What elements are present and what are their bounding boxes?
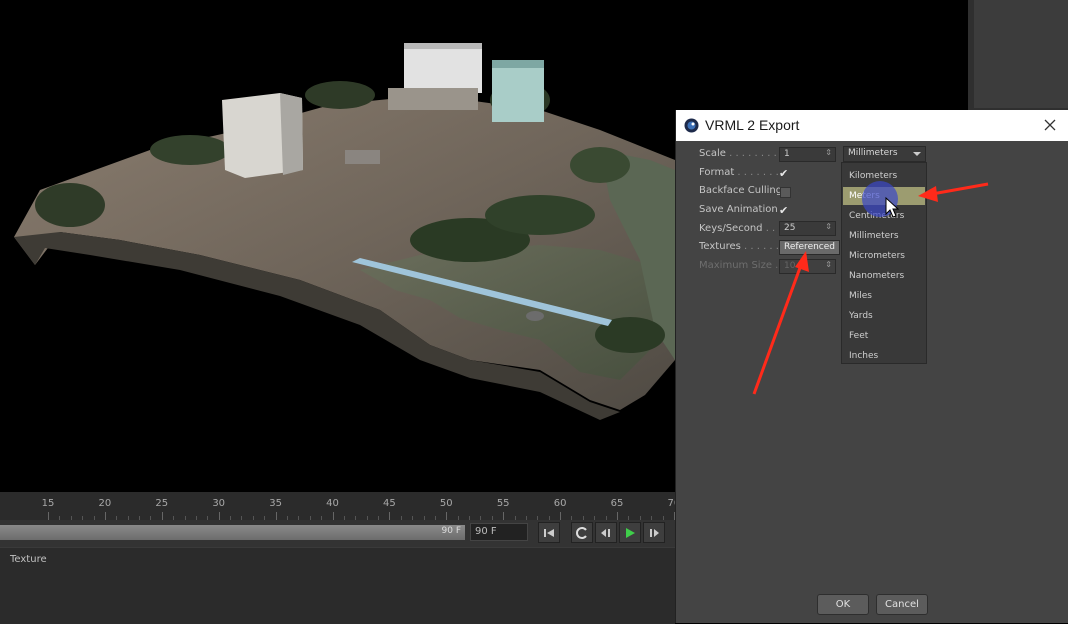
timeline-tick bbox=[48, 512, 49, 520]
textures-row: Textures . . . . . . . bbox=[699, 241, 785, 258]
scale-row: Scale . . . . . . . . . bbox=[699, 148, 783, 165]
timeline-tick bbox=[503, 512, 505, 520]
maximum-size-row: Maximum Size . . . bbox=[699, 260, 791, 277]
scale-unit-selected: Millimeters bbox=[848, 148, 898, 158]
loop-icon bbox=[576, 526, 587, 539]
timeline-tick-label: 45 bbox=[383, 498, 396, 509]
format-label: Format bbox=[699, 167, 735, 178]
timeline-tick bbox=[161, 512, 163, 520]
timeline-tick bbox=[218, 512, 220, 520]
timeline-tick bbox=[617, 512, 618, 520]
spinner-arrows-icon: ⇕ bbox=[825, 260, 832, 269]
timeline-tick-label: 15 bbox=[41, 498, 55, 509]
scrubber-end-frame: 90 F bbox=[441, 526, 462, 536]
goto-start-icon bbox=[544, 528, 554, 537]
end-frame-field[interactable]: 90 F bbox=[470, 523, 528, 541]
unit-option-miles[interactable]: Miles bbox=[843, 287, 925, 305]
unit-option-meters[interactable]: Meters bbox=[843, 187, 925, 205]
dialog-titlebar[interactable]: VRML 2 Export bbox=[676, 110, 1068, 141]
timeline-tick-label: 25 bbox=[155, 498, 169, 509]
unit-option-micrometers[interactable]: Micrometers bbox=[843, 247, 925, 265]
unit-option-millimeters[interactable]: Millimeters bbox=[843, 227, 925, 245]
save-animation-checkbox[interactable]: ✔ bbox=[779, 205, 790, 216]
maximum-size-value: 10 bbox=[784, 261, 796, 271]
keys-per-second-row: Keys/Second . . . bbox=[699, 223, 782, 240]
next-key-icon bbox=[650, 528, 659, 537]
play-icon bbox=[626, 527, 635, 538]
timeline-tick-label: 70 bbox=[667, 498, 675, 509]
spinner-arrows-icon: ⇕ bbox=[825, 222, 832, 231]
next-key-button[interactable] bbox=[643, 522, 665, 543]
cinema4d-logo-icon bbox=[684, 118, 699, 133]
unit-option-yards[interactable]: Yards bbox=[843, 307, 925, 325]
backface-culling-checkbox[interactable] bbox=[780, 187, 791, 198]
playback-bar: 90 F 90 F bbox=[0, 520, 675, 547]
dot-leader: . . . . . . . . bbox=[734, 167, 786, 178]
textures-mode-button[interactable]: Referenced bbox=[779, 240, 840, 255]
keys-per-second-input[interactable]: 25 ⇕ bbox=[779, 221, 836, 236]
dialog-title: VRML 2 Export bbox=[705, 117, 800, 133]
timeline-ruler[interactable]: 15 20 25 30 35 40 45 50 55 60 65 70 bbox=[0, 492, 675, 520]
format-row: Format . . . . . . . . bbox=[699, 167, 785, 184]
timeline-tick bbox=[389, 512, 391, 520]
cancel-button[interactable]: Cancel bbox=[876, 594, 928, 615]
scale-value-input[interactable]: 1 ⇕ bbox=[779, 147, 836, 162]
scale-label: Scale bbox=[699, 148, 726, 159]
backface-culling-row: Backface Culling bbox=[699, 185, 782, 202]
timeline-tick bbox=[275, 512, 277, 520]
dot-leader: . . . . . . . . . bbox=[725, 148, 784, 159]
textures-label: Textures bbox=[699, 241, 741, 252]
vrml-export-dialog: VRML 2 Export Scale . . . . . . . . . 1 ⇕… bbox=[675, 110, 1068, 623]
spinner-arrows-icon: ⇕ bbox=[825, 148, 832, 157]
keys-per-second-label: Keys/Second bbox=[699, 223, 763, 234]
timeline-tick-label: 20 bbox=[98, 498, 112, 509]
unit-option-centimeters[interactable]: Centimeters bbox=[843, 207, 925, 225]
loop-button[interactable] bbox=[571, 522, 593, 543]
previous-key-icon bbox=[601, 528, 610, 537]
timeline-tick bbox=[104, 512, 106, 520]
scale-unit-menu: Kilometers Meters Centimeters Millimeters Mi… bbox=[841, 162, 927, 364]
scale-unit-dropdown[interactable]: Millimeters bbox=[843, 146, 926, 162]
scale-value: 1 bbox=[784, 149, 790, 159]
side-panel-header bbox=[974, 0, 1068, 108]
unit-option-nanometers[interactable]: Nanometers bbox=[843, 267, 925, 285]
close-icon bbox=[1044, 119, 1056, 131]
dialog-close-button[interactable] bbox=[1039, 114, 1061, 136]
play-button[interactable] bbox=[619, 522, 641, 543]
timeline-tick-label: 30 bbox=[212, 498, 226, 509]
maximum-size-input: 10 ⇕ bbox=[779, 259, 836, 274]
save-animation-label: Save Animation bbox=[699, 204, 778, 215]
attributes-panel-label: Texture bbox=[10, 554, 47, 565]
timeline-tick-label: 55 bbox=[496, 498, 510, 509]
timeline-tick-label: 60 bbox=[553, 498, 567, 509]
maximum-size-label: Maximum Size bbox=[699, 260, 772, 271]
timeline-tick bbox=[332, 512, 334, 520]
save-animation-row: Save Animation bbox=[699, 204, 778, 221]
timeline-tick-label: 35 bbox=[269, 498, 282, 509]
unit-option-inches[interactable]: Inches bbox=[843, 347, 925, 365]
timeline-tick-label: 50 bbox=[439, 498, 453, 509]
previous-key-button[interactable] bbox=[595, 522, 617, 543]
goto-start-button[interactable] bbox=[538, 522, 560, 543]
timeline-tick-label: 65 bbox=[610, 498, 624, 509]
attributes-panel: Texture bbox=[0, 547, 675, 624]
unit-option-kilometers[interactable]: Kilometers bbox=[843, 167, 925, 185]
timeline-tick-label: 40 bbox=[326, 498, 339, 509]
ok-button[interactable]: OK bbox=[817, 594, 869, 615]
keys-per-second-value: 25 bbox=[784, 223, 796, 233]
chevron-down-icon bbox=[913, 152, 921, 156]
time-scrubber[interactable]: 90 F bbox=[0, 525, 465, 540]
unit-option-feet[interactable]: Feet bbox=[843, 327, 925, 345]
timeline-tick bbox=[560, 512, 562, 520]
format-checkbox[interactable]: ✔ bbox=[779, 168, 790, 179]
backface-culling-label: Backface Culling bbox=[699, 185, 783, 196]
timeline-tick bbox=[446, 512, 448, 520]
